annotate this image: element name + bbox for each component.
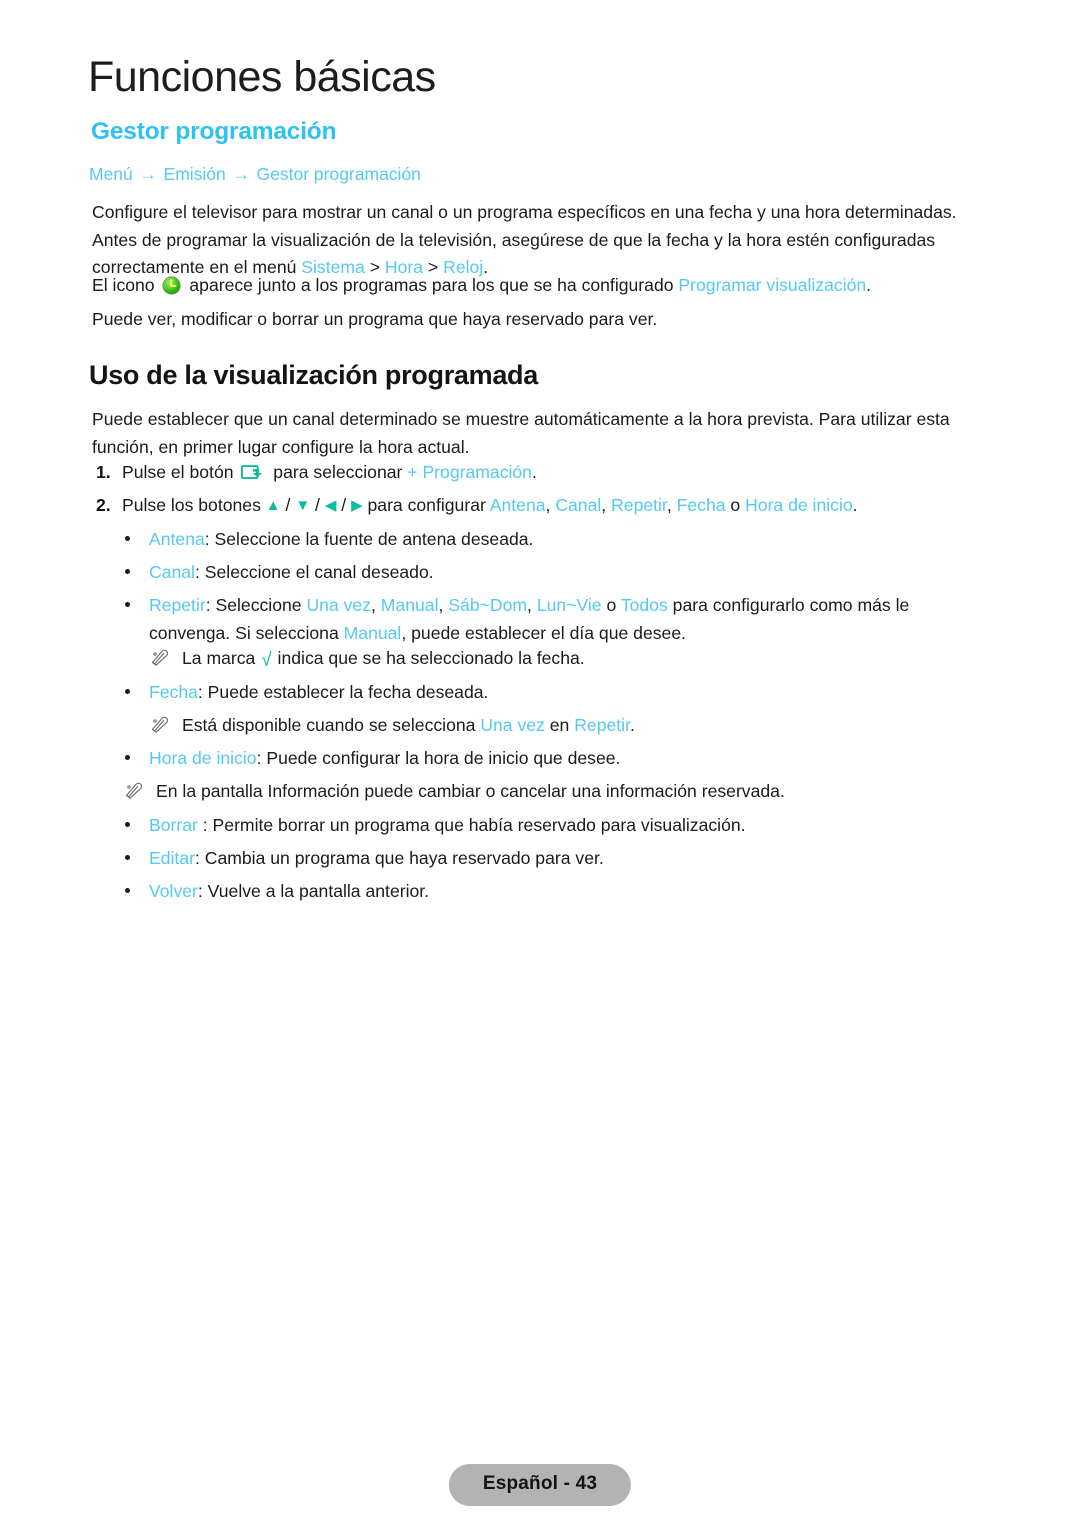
- arrow-left-icon: ◀: [324, 497, 337, 514]
- note-text: En la pantalla Información puede cambiar…: [156, 781, 785, 801]
- term-editar[interactable]: Editar: [149, 848, 195, 868]
- bullet-text: : Puede establecer la fecha deseada.: [197, 682, 489, 702]
- note-text: indica que se ha seleccionado la fecha.: [272, 648, 585, 668]
- clock-icon: [162, 276, 182, 295]
- bullet-text: : Seleccione el canal deseado.: [194, 562, 434, 582]
- list-item-editar: Editar: Cambia un programa que haya rese…: [124, 845, 992, 873]
- intro-paragraph-1: Configure el televisor para mostrar un c…: [92, 199, 990, 282]
- separator: /: [310, 495, 325, 515]
- step-text: Pulse los botones: [122, 495, 266, 515]
- list-item-fecha: Fecha: Puede establecer la fecha deseada…: [124, 679, 992, 707]
- intro-paragraph-2: El icono aparece junto a los programas p…: [92, 272, 990, 300]
- list-item-canal: Canal: Seleccione el canal deseado.: [124, 559, 992, 587]
- step-text: Pulse el botón: [122, 462, 239, 482]
- list-item-antena: Antena: Seleccione la fuente de antena d…: [124, 526, 992, 554]
- note-marca-fecha: La marca √ indica que se ha seleccionado…: [150, 645, 970, 675]
- separator: o: [601, 595, 621, 615]
- period: .: [866, 275, 872, 295]
- pencil-note-icon: [150, 715, 172, 734]
- period: .: [852, 495, 858, 515]
- period: .: [629, 715, 635, 735]
- link-repetir[interactable]: Repetir: [611, 495, 667, 515]
- list-item-volver: Volver: Vuelve a la pantalla anterior.: [124, 878, 992, 906]
- pencil-note-icon: [150, 648, 172, 667]
- term-antena[interactable]: Antena: [149, 529, 205, 549]
- list-item-hora-de-inicio: Hora de inicio: Puede configurar la hora…: [124, 745, 992, 773]
- list-item-repetir: Repetir: Seleccione Una vez, Manual, Sáb…: [124, 592, 992, 647]
- arrow-down-icon: ▼: [295, 497, 311, 514]
- document-page: Funciones básicas Gestor programación Me…: [0, 0, 1080, 1534]
- link-repetir[interactable]: Repetir: [574, 715, 630, 735]
- step-text: para configurar: [362, 495, 490, 515]
- link-hora-de-inicio[interactable]: Hora de inicio: [745, 495, 853, 515]
- separator: ,: [438, 595, 449, 615]
- intro-text: Configure el televisor para mostrar un c…: [92, 202, 957, 277]
- option-manual[interactable]: Manual: [381, 595, 439, 615]
- link-una-vez[interactable]: Una vez: [480, 715, 545, 735]
- list-item-borrar: Borrar : Permite borrar un programa que …: [124, 812, 992, 840]
- note-text: La marca: [182, 648, 261, 668]
- enter-key-icon: [241, 463, 265, 482]
- separator: ,: [371, 595, 381, 615]
- arrow-up-icon: ▲: [265, 497, 281, 514]
- section-title: Gestor programación: [91, 118, 337, 145]
- note-text: Está disponible cuando se selecciona: [182, 715, 481, 735]
- term-hora-de-inicio[interactable]: Hora de inicio: [149, 748, 257, 768]
- separator: ,: [545, 495, 556, 515]
- option-lun-vie[interactable]: Lun~Vie: [537, 595, 602, 615]
- section2-paragraph: Puede establecer que un canal determinad…: [92, 409, 950, 457]
- step-2: 2. Pulse los botones ▲ / ▼ / ◀ / ▶ para c…: [96, 492, 996, 519]
- term-volver[interactable]: Volver: [149, 881, 198, 901]
- breadcrumb: Menú → Emisión → Gestor programación: [89, 164, 421, 185]
- note-disponible-una-vez: Está disponible cuando se selecciona Una…: [150, 712, 970, 740]
- term-repetir[interactable]: Repetir: [149, 595, 206, 615]
- bullet-text: : Seleccione la fuente de antena deseada…: [204, 529, 534, 549]
- breadcrumb-arrow-icon: →: [232, 165, 250, 184]
- period: .: [531, 462, 537, 482]
- breadcrumb-arrow-icon: →: [139, 165, 157, 184]
- separator: o: [725, 495, 746, 515]
- step-text: para seleccionar: [268, 462, 408, 482]
- step-1: 1. Pulse el botón para seleccionar + Prog…: [96, 459, 996, 486]
- link-canal[interactable]: Canal: [555, 495, 601, 515]
- breadcrumb-item-gestor-programacion[interactable]: Gestor programación: [257, 164, 421, 184]
- pencil-note-icon: [124, 781, 146, 800]
- intro-text: aparece junto a los programas para los q…: [184, 275, 679, 295]
- intro-text: El icono: [92, 275, 160, 295]
- term-borrar[interactable]: Borrar: [149, 815, 198, 835]
- link-programar-visualizacion[interactable]: Programar visualización: [678, 275, 866, 295]
- page-footer-badge: Español - 43: [448, 1464, 632, 1506]
- breadcrumb-item-emision[interactable]: Emisión: [164, 164, 226, 184]
- section-heading-uso-visualizacion-programada: Uso de la visualización programada: [89, 360, 538, 390]
- note-pantalla-informacion: En la pantalla Información puede cambiar…: [124, 778, 984, 806]
- bullet-text: , puede establecer el día que desee.: [401, 622, 687, 643]
- option-sab-dom[interactable]: Sáb~Dom: [448, 595, 527, 615]
- option-manual[interactable]: Manual: [344, 623, 402, 643]
- intro-paragraph-3: Puede ver, modificar o borrar un program…: [92, 309, 658, 329]
- option-una-vez[interactable]: Una vez: [306, 595, 371, 615]
- note-text: en: [544, 715, 575, 735]
- term-canal[interactable]: Canal: [149, 562, 195, 582]
- link-antena[interactable]: Antena: [490, 495, 546, 515]
- term-fecha[interactable]: Fecha: [149, 682, 198, 702]
- separator: /: [336, 495, 352, 515]
- link-mas-programacion[interactable]: + Programación: [407, 462, 532, 482]
- bullet-text: : Permite borrar un programa que había r…: [197, 815, 746, 835]
- step-number: 1.: [96, 462, 111, 482]
- chapter-title: Funciones básicas: [88, 53, 436, 101]
- bullet-text: : Cambia un programa que haya reservado …: [194, 848, 604, 868]
- bullet-text: : Puede configurar la hora de inicio que…: [256, 748, 621, 768]
- separator: /: [280, 495, 296, 515]
- checkmark-icon: √: [261, 650, 272, 671]
- option-todos[interactable]: Todos: [621, 595, 668, 615]
- bullet-text: : Vuelve a la pantalla anterior.: [197, 881, 430, 901]
- separator: ,: [527, 595, 537, 615]
- bullet-text: : Seleccione: [205, 595, 307, 615]
- separator: ,: [601, 495, 612, 515]
- step-number: 2.: [96, 495, 111, 515]
- breadcrumb-item-menu[interactable]: Menú: [89, 164, 133, 184]
- arrow-right-icon: ▶: [351, 497, 363, 514]
- separator: ,: [666, 495, 677, 515]
- link-fecha[interactable]: Fecha: [677, 495, 726, 515]
